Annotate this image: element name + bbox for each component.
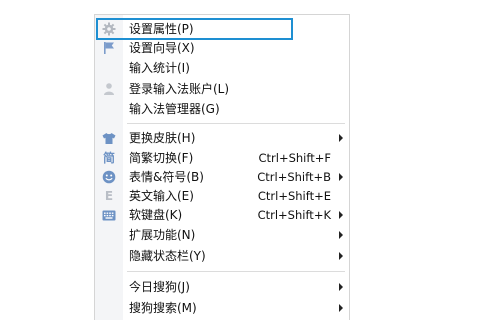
menu-item-shortcut: Ctrl+Shift+K [257, 208, 331, 222]
submenu-arrow-icon [339, 304, 343, 312]
menu-item-hide-statusbar[interactable]: 隐藏状态栏(Y) [95, 246, 349, 266]
smiley-icon [101, 169, 117, 185]
menu-item-sogou-search[interactable]: 搜狗搜索(M) [95, 298, 349, 318]
menu-item-settings[interactable]: 设置属性(P) [95, 19, 349, 39]
menu-item-english-input[interactable]: E 英文输入(E) Ctrl+Shift+E [95, 186, 349, 206]
menu-item-label: 扩展功能(N) [129, 228, 196, 242]
tshirt-icon [101, 130, 117, 146]
menu-item-extensions[interactable]: 扩展功能(N) [95, 225, 349, 245]
submenu-arrow-icon [339, 252, 343, 260]
menu-item-today-sogou[interactable]: 今日搜狗(J) [95, 277, 349, 297]
menu-item-shortcut: Ctrl+Shift+F [258, 151, 332, 165]
menu-item-label: 表情&符号(B) [129, 170, 204, 184]
submenu-arrow-icon [339, 231, 343, 239]
keyboard-icon [101, 207, 117, 223]
menu-item-label: 软键盘(K) [129, 208, 183, 222]
menu-item-label: 登录输入法账户(L) [129, 82, 230, 96]
menu-item-label: 英文输入(E) [129, 189, 194, 203]
screenshot-canvas: 设置属性(P) 设置向导(X) 输入统计(I) 登录输入法账户(L) 输入法管理… [0, 0, 480, 320]
gear-icon [101, 21, 117, 37]
menu-item-label: 输入统计(I) [129, 61, 190, 75]
menu-item-input-stats[interactable]: 输入统计(I) [95, 58, 349, 78]
menu-item-label: 设置向导(X) [129, 41, 195, 55]
menu-item-label: 简繁切换(F) [129, 151, 194, 165]
simplified-char-icon: 简 [101, 150, 117, 166]
menu-separator [127, 271, 345, 272]
menu-item-label: 搜狗搜索(M) [129, 301, 197, 315]
menu-item-label: 更换皮肤(H) [129, 131, 196, 145]
menu-item-label: 设置属性(P) [129, 22, 194, 36]
menu-item-login-account[interactable]: 登录输入法账户(L) [95, 79, 349, 99]
menu-item-label: 隐藏状态栏(Y) [129, 249, 206, 263]
menu-item-shortcut: Ctrl+Shift+B [257, 170, 331, 184]
letter-e-icon: E [101, 188, 117, 204]
submenu-arrow-icon [339, 173, 343, 181]
letter-e-glyph: E [104, 189, 114, 203]
user-icon [101, 81, 117, 97]
menu-separator [127, 123, 345, 124]
simplified-char-glyph: 简 [102, 151, 115, 165]
menu-item-label: 今日搜狗(J) [129, 280, 190, 294]
menu-item-soft-keyboard[interactable]: 软键盘(K) Ctrl+Shift+K [95, 205, 349, 225]
context-menu: 设置属性(P) 设置向导(X) 输入统计(I) 登录输入法账户(L) 输入法管理… [94, 14, 350, 320]
menu-item-shortcut: Ctrl+Shift+E [257, 189, 331, 203]
submenu-arrow-icon [339, 211, 343, 219]
menu-item-label: 输入法管理器(G) [129, 102, 220, 116]
submenu-arrow-icon [339, 134, 343, 142]
menu-item-change-skin[interactable]: 更换皮肤(H) [95, 128, 349, 148]
flag-icon [101, 40, 117, 56]
menu-item-emoji-symbols[interactable]: 表情&符号(B) Ctrl+Shift+B [95, 167, 349, 187]
submenu-arrow-icon [339, 283, 343, 291]
menu-item-ime-manager[interactable]: 输入法管理器(G) [95, 99, 349, 119]
menu-item-setup-wizard[interactable]: 设置向导(X) [95, 38, 349, 58]
menu-item-simplified-traditional[interactable]: 简 简繁切换(F) Ctrl+Shift+F [95, 148, 349, 168]
